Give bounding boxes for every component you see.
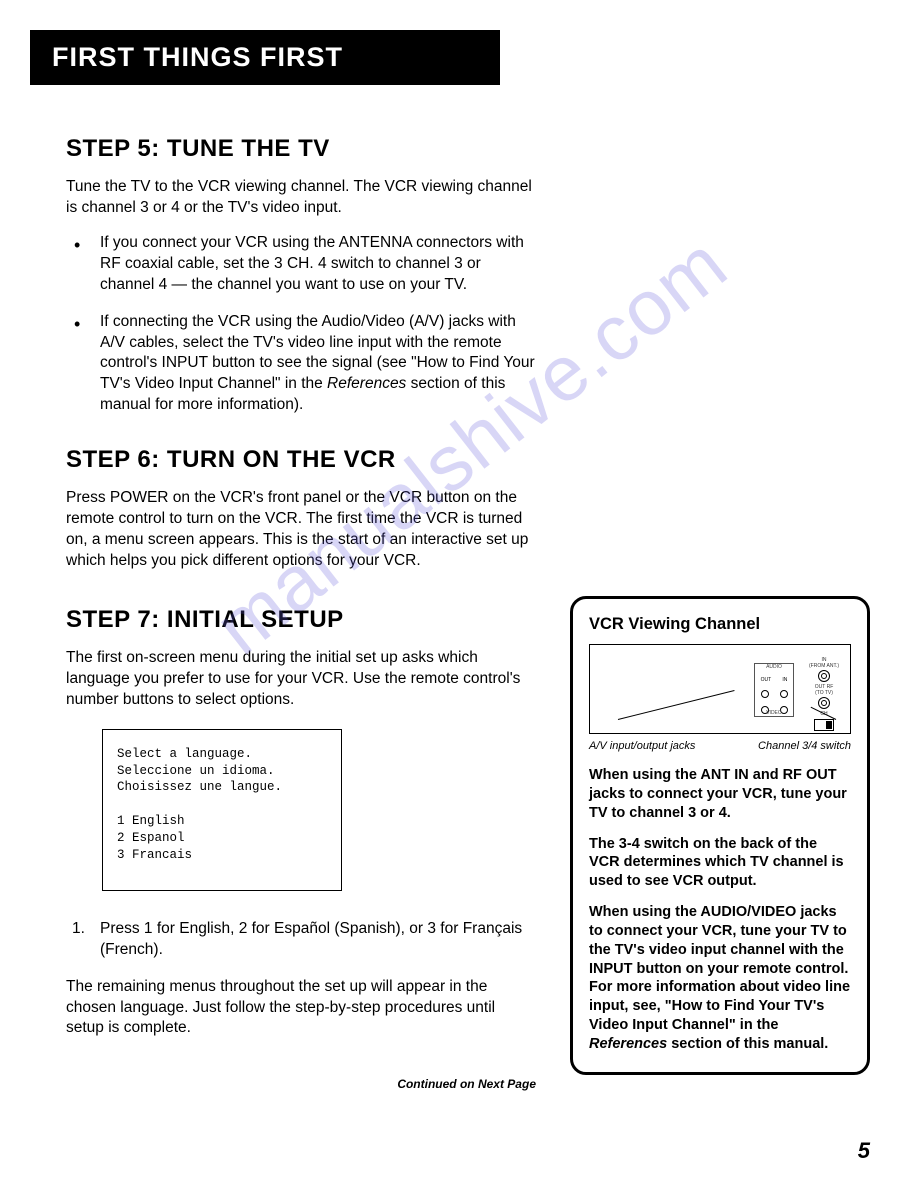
rf-panel: IN (FROM ANT.) OUT RF (TO TV) CH	[804, 657, 844, 731]
step5-bullet-list: If you connect your VCR using the ANTENN…	[66, 233, 536, 416]
audio-label: AUDIO	[755, 665, 793, 670]
av-jack-panel: AUDIO OUT IN VIDEO	[754, 663, 794, 717]
step6-heading: STEP 6: TURN ON THE VCR	[66, 446, 536, 474]
out-rf-label: OUT RF (TO TV)	[804, 684, 844, 696]
sidebar-para-2: The 3-4 switch on the back of the VCR de…	[589, 835, 851, 892]
step5-heading: STEP 5: TUNE THE TV	[66, 135, 536, 163]
step7-item-1: Press 1 for English, 2 for Español (Span…	[66, 919, 536, 961]
vcr-channel-sidebar: VCR Viewing Channel AUDIO OUT IN VIDEO IN…	[570, 596, 870, 1075]
in-label: IN	[782, 678, 787, 683]
step7-heading: STEP 7: INITIAL SETUP	[66, 606, 536, 634]
sidebar-title: VCR Viewing Channel	[589, 615, 851, 634]
sidebar-para-1: When using the ANT IN and RF OUT jacks t…	[589, 766, 851, 823]
leader-line-icon	[618, 690, 735, 720]
step7-intro: The first on-screen menu during the init…	[66, 648, 536, 711]
step6-para: Press POWER on the VCR's front panel or …	[66, 488, 536, 572]
sidebar-para-3: When using the AUDIO/VIDEO jacks to conn…	[589, 903, 851, 1054]
step5-intro: Tune the TV to the VCR viewing channel. …	[66, 177, 536, 219]
av-jack-icon	[780, 690, 788, 698]
step7-numbered-list: Press 1 for English, 2 for Español (Span…	[66, 919, 536, 961]
av-jack-icon	[761, 690, 769, 698]
video-label: VIDEO	[755, 711, 793, 716]
rf-jack-icon	[818, 670, 830, 682]
step5-references: References	[327, 375, 406, 392]
sidebar-p3b: section of this manual.	[667, 1036, 828, 1052]
sidebar-references: References	[589, 1036, 667, 1052]
rf-jack-icon	[818, 697, 830, 709]
step5-bullet-1: If you connect your VCR using the ANTENN…	[66, 233, 536, 296]
caption-right: Channel 3/4 switch	[758, 740, 851, 752]
section-banner: FIRST THINGS FIRST	[30, 30, 500, 85]
language-menu-box: Select a language. Seleccione un idioma.…	[102, 729, 342, 891]
main-column: STEP 5: TUNE THE TV Tune the TV to the V…	[66, 135, 536, 1091]
caption-left: A/V input/output jacks	[589, 740, 695, 752]
in-from-ant-label: IN (FROM ANT.)	[804, 657, 844, 669]
diagram-captions: A/V input/output jacks Channel 3/4 switc…	[589, 740, 851, 752]
channel-switch-icon	[814, 719, 834, 731]
continued-note: Continued on Next Page	[66, 1077, 536, 1091]
step5-bullet-2: If connecting the VCR using the Audio/Vi…	[66, 312, 536, 417]
out-label: OUT	[761, 678, 772, 683]
vcr-back-diagram: AUDIO OUT IN VIDEO IN (FROM ANT.) OUT RF …	[589, 644, 851, 734]
sidebar-p3a: When using the AUDIO/VIDEO jacks to conn…	[589, 904, 850, 1033]
page-number: 5	[858, 1138, 870, 1164]
step7-outro: The remaining menus throughout the set u…	[66, 977, 536, 1040]
